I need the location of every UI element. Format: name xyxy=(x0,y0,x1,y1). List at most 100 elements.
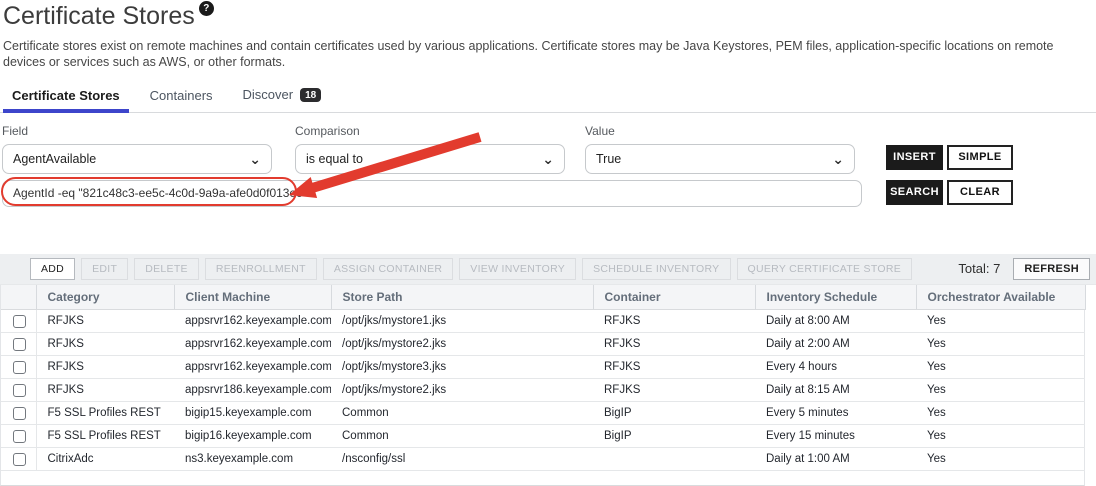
refresh-button[interactable]: REFRESH xyxy=(1013,258,1090,280)
cell-category: CitrixAdc xyxy=(36,448,174,471)
cell-orchestrator_available: Yes xyxy=(916,425,1085,448)
row-checkbox[interactable] xyxy=(13,430,26,443)
field-dropdown-value: AgentAvailable xyxy=(13,152,96,166)
row-select-cell xyxy=(1,310,36,333)
cell-category: RFJKS xyxy=(36,356,174,379)
toolbar-button-assign-container: ASSIGN CONTAINER xyxy=(323,258,453,280)
comparison-label: Comparison xyxy=(295,124,565,138)
cell-inventory_schedule: Daily at 2:00 AM xyxy=(755,333,916,356)
comparison-dropdown[interactable]: is equal to ⌄ xyxy=(295,144,565,174)
cell-category: F5 SSL Profiles REST xyxy=(36,402,174,425)
row-checkbox[interactable] xyxy=(13,315,26,328)
value-group: Value xyxy=(585,124,855,138)
value-label: Value xyxy=(585,124,855,138)
toolbar-button-add[interactable]: ADD xyxy=(30,258,75,280)
cell-inventory_schedule: Every 15 minutes xyxy=(755,425,916,448)
cell-container: RFJKS xyxy=(593,333,755,356)
select-column-header xyxy=(1,285,36,310)
comparison-dropdown-value: is equal to xyxy=(306,152,363,166)
cell-store_path: Common xyxy=(331,425,593,448)
toolbar-right: Total: 7 REFRESH xyxy=(958,258,1090,280)
column-header-category[interactable]: Category xyxy=(36,285,174,310)
cell-store_path: /opt/jks/mystore2.jks xyxy=(331,379,593,402)
toolbar-button-edit: EDIT xyxy=(81,258,128,280)
page-title-text: Certificate Stores xyxy=(3,2,195,30)
cell-client_machine: ns3.keyexample.com xyxy=(174,448,331,471)
table-header-row: CategoryClient MachineStore PathContaine… xyxy=(1,285,1085,310)
tab-label: Discover xyxy=(243,87,294,102)
cell-store_path: /opt/jks/mystore2.jks xyxy=(331,333,593,356)
cell-category: RFJKS xyxy=(36,379,174,402)
row-checkbox[interactable] xyxy=(13,361,26,374)
cell-inventory_schedule: Daily at 1:00 AM xyxy=(755,448,916,471)
cell-orchestrator_available: Yes xyxy=(916,333,1085,356)
simple-button[interactable]: SIMPLE xyxy=(947,145,1013,170)
cell-inventory_schedule: Every 5 minutes xyxy=(755,402,916,425)
row-select-cell xyxy=(1,356,36,379)
tab-badge: 18 xyxy=(300,88,321,102)
certificate-stores-grid: ADDEDITDELETEREENROLLMENTASSIGN CONTAINE… xyxy=(0,254,1096,486)
chevron-down-icon: ⌄ xyxy=(832,154,844,164)
grid-toolbar: ADDEDITDELETEREENROLLMENTASSIGN CONTAINE… xyxy=(0,254,1096,285)
page-title: Certificate Stores? xyxy=(3,2,1096,31)
field-dropdown[interactable]: AgentAvailable ⌄ xyxy=(2,144,272,174)
cell-inventory_schedule: Every 4 hours xyxy=(755,356,916,379)
value-dropdown-value: True xyxy=(596,152,621,166)
row-checkbox[interactable] xyxy=(13,453,26,466)
cell-client_machine: bigip15.keyexample.com xyxy=(174,402,331,425)
column-header-orchestrator-available[interactable]: Orchestrator Available xyxy=(916,285,1085,310)
clear-button[interactable]: CLEAR xyxy=(947,180,1013,205)
table-wrap: CategoryClient MachineStore PathContaine… xyxy=(0,285,1085,486)
tab-label: Containers xyxy=(150,88,213,103)
certificate-stores-page: Certificate Stores? Certificate stores e… xyxy=(0,0,1096,486)
column-header-store-path[interactable]: Store Path xyxy=(331,285,593,310)
page-description: Certificate stores exist on remote machi… xyxy=(3,38,1093,71)
tab-discover[interactable]: Discover 18 xyxy=(234,85,331,112)
value-dropdown[interactable]: True ⌄ xyxy=(585,144,855,174)
cell-container: RFJKS xyxy=(593,310,755,333)
tab-certificate-stores[interactable]: Certificate Stores xyxy=(3,86,129,112)
total-count: Total: 7 xyxy=(958,261,1000,276)
cell-store_path: /opt/jks/mystore3.jks xyxy=(331,356,593,379)
field-group: Field xyxy=(2,124,272,138)
certificate-stores-table: CategoryClient MachineStore PathContaine… xyxy=(1,285,1086,472)
tab-containers[interactable]: Containers xyxy=(141,86,222,112)
table-row: F5 SSL Profiles RESTbigip15.keyexample.c… xyxy=(1,402,1085,425)
query-input[interactable] xyxy=(2,180,862,207)
toolbar-button-reenrollment: REENROLLMENT xyxy=(205,258,317,280)
row-select-cell xyxy=(1,448,36,471)
cell-container: BigIP xyxy=(593,425,755,448)
chevron-down-icon: ⌄ xyxy=(249,154,261,164)
row-checkbox[interactable] xyxy=(13,384,26,397)
column-header-client-machine[interactable]: Client Machine xyxy=(174,285,331,310)
column-header-inventory-schedule[interactable]: Inventory Schedule xyxy=(755,285,916,310)
row-select-cell xyxy=(1,333,36,356)
row-checkbox[interactable] xyxy=(13,338,26,351)
cell-orchestrator_available: Yes xyxy=(916,448,1085,471)
row-checkbox[interactable] xyxy=(13,407,26,420)
toolbar-buttons: ADDEDITDELETEREENROLLMENTASSIGN CONTAINE… xyxy=(30,258,918,280)
search-button[interactable]: SEARCH xyxy=(886,180,943,205)
cell-store_path: Common xyxy=(331,402,593,425)
toolbar-button-view-inventory: VIEW INVENTORY xyxy=(459,258,576,280)
cell-category: RFJKS xyxy=(36,333,174,356)
help-icon[interactable]: ? xyxy=(199,1,214,16)
cell-container: RFJKS xyxy=(593,356,755,379)
chevron-down-icon: ⌄ xyxy=(542,154,554,164)
table-body: RFJKSappsrvr162.keyexample.com/opt/jks/m… xyxy=(1,310,1085,471)
cell-store_path: /opt/jks/mystore1.jks xyxy=(331,310,593,333)
cell-category: F5 SSL Profiles REST xyxy=(36,425,174,448)
cell-store_path: /nsconfig/ssl xyxy=(331,448,593,471)
cell-orchestrator_available: Yes xyxy=(916,402,1085,425)
tab-label: Certificate Stores xyxy=(12,88,120,103)
insert-button[interactable]: INSERT xyxy=(886,145,943,170)
cell-client_machine: bigip16.keyexample.com xyxy=(174,425,331,448)
cell-client_machine: appsrvr186.keyexample.com xyxy=(174,379,331,402)
row-select-cell xyxy=(1,379,36,402)
table-row: RFJKSappsrvr162.keyexample.com/opt/jks/m… xyxy=(1,310,1085,333)
cell-inventory_schedule: Daily at 8:15 AM xyxy=(755,379,916,402)
cell-orchestrator_available: Yes xyxy=(916,356,1085,379)
cell-container: RFJKS xyxy=(593,379,755,402)
row-select-cell xyxy=(1,425,36,448)
column-header-container[interactable]: Container xyxy=(593,285,755,310)
